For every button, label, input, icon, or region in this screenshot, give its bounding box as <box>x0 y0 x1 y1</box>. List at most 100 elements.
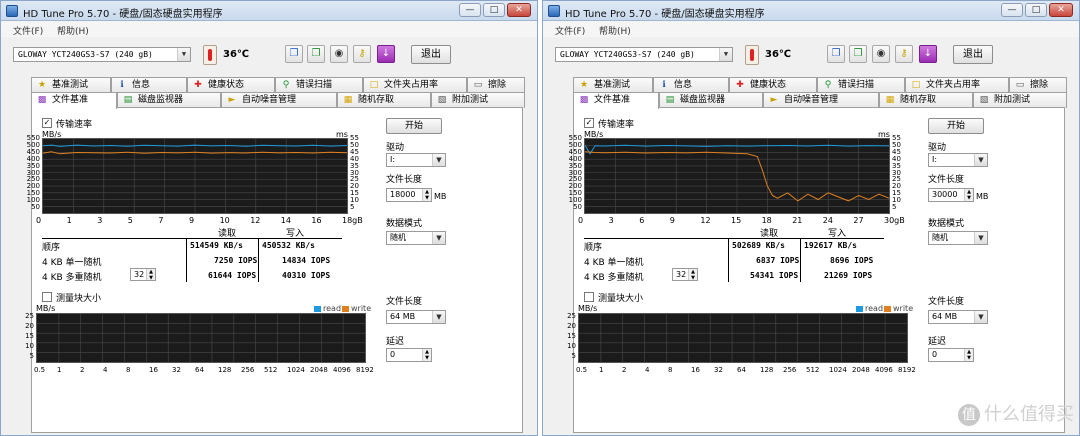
drive-select[interactable]: GLOWAY YCT240GS3-S7 (240 gB) ▼ <box>13 47 191 62</box>
tab-erase[interactable]: ▭ 擦除 <box>467 77 525 93</box>
file-length-label: 文件长度 <box>386 175 423 185</box>
spin-arrows-icon[interactable]: ▲ ▼ <box>688 269 697 281</box>
block-file-length-value: 64 MB <box>932 312 958 321</box>
block-file-length-select[interactable]: 64 MB ▼ <box>386 310 446 324</box>
data-pattern-select[interactable]: 随机 ▼ <box>386 231 446 245</box>
x-tick-label: 16 <box>311 216 322 225</box>
copy-text-icon[interactable]: ❐ <box>285 45 303 63</box>
tab-aam[interactable]: ► 自动噪音管理 <box>221 92 337 108</box>
transfer-rate-checkbox[interactable]: ✓ <box>584 118 594 128</box>
x-tick-label: 14 <box>280 216 291 225</box>
title-bar[interactable]: HD Tune Pro 5.70 - 硬盘/固态硬盘实用程序 — □ ✕ <box>1 1 537 21</box>
maximize-button[interactable]: □ <box>483 3 505 17</box>
queue-depth-input[interactable]: 32 ▲ ▼ <box>130 268 156 281</box>
x-tick-label: 18gB <box>342 216 363 225</box>
block-x-tick-label: 32 <box>172 366 181 374</box>
queue-depth-input[interactable]: 32 ▲ ▼ <box>672 268 698 281</box>
spin-arrows-icon[interactable]: ▲ ▼ <box>422 349 431 361</box>
tab-disk-monitor[interactable]: ▤ 磁盘监视器 <box>659 92 763 108</box>
tab-health[interactable]: ✚ 健康状态 <box>729 77 817 93</box>
tab-random-access[interactable]: ▦ 随机存取 <box>879 92 973 108</box>
tab-aam[interactable]: ► 自动噪音管理 <box>763 92 879 108</box>
chevron-down-icon: ▼ <box>432 232 445 244</box>
tab-random-access[interactable]: ▦ 随机存取 <box>337 92 431 108</box>
exit-button[interactable]: 退出 <box>953 45 993 64</box>
block-x-tick-label: 4 <box>103 366 108 374</box>
menu-help[interactable]: 帮助(H) <box>57 24 89 37</box>
block-size-label: 测量块大小 <box>56 294 102 304</box>
tab-folder-usage[interactable]: □ 文件夹占用率 <box>363 77 467 93</box>
title-bar[interactable]: HD Tune Pro 5.70 - 硬盘/固态硬盘实用程序 — □ ✕ <box>543 1 1079 21</box>
tab-info[interactable]: ℹ 信息 <box>653 77 729 93</box>
maximize-button[interactable]: □ <box>1025 3 1047 17</box>
tab-extra-tests[interactable]: ▧ 附加测试 <box>973 92 1067 108</box>
transfer-rate-label: 传输速率 <box>56 120 93 130</box>
tab-row-1: ★ 基准测试 ℹ 信息 ✚ 健康状态 ⚲ 错误扫描 □ 文件夹占用率 ▭ 擦除 <box>31 77 525 93</box>
spin-arrows-icon[interactable]: ▲ ▼ <box>422 189 431 201</box>
minimize-button[interactable]: — <box>1001 3 1023 17</box>
spin-arrows-icon[interactable]: ▲ ▼ <box>146 269 155 281</box>
camera-icon[interactable]: ◉ <box>872 45 890 63</box>
start-button[interactable]: 开始 <box>928 118 984 134</box>
file-length-input[interactable]: 18000 ▲ ▼ <box>386 188 432 202</box>
x-tick-label: 12 <box>250 216 261 225</box>
copy-screenshot-icon[interactable]: ❐ <box>307 45 325 63</box>
exit-button[interactable]: 退出 <box>411 45 451 64</box>
tab-extra-tests[interactable]: ▧ 附加测试 <box>431 92 525 108</box>
close-button[interactable]: ✕ <box>1049 3 1073 17</box>
tab-info[interactable]: ℹ 信息 <box>111 77 187 93</box>
tab-erase[interactable]: ▭ 擦除 <box>1009 77 1067 93</box>
menu-help[interactable]: 帮助(H) <box>599 24 631 37</box>
tab-label: 健康状态 <box>208 80 245 90</box>
minimize-button[interactable]: — <box>459 3 481 17</box>
queue-depth-value: 32 <box>676 270 687 279</box>
tab-disk-monitor[interactable]: ▤ 磁盘监视器 <box>117 92 221 108</box>
tab-benchmark[interactable]: ★ 基准测试 <box>31 77 111 93</box>
close-button[interactable]: ✕ <box>507 3 531 17</box>
column-divider <box>258 238 259 282</box>
spin-arrows-icon[interactable]: ▲ ▼ <box>964 189 973 201</box>
block-size-checkbox[interactable] <box>42 292 52 302</box>
latency-input[interactable]: 0 ▲ ▼ <box>928 348 974 362</box>
spin-arrows-icon[interactable]: ▲ ▼ <box>964 349 973 361</box>
transfer-rate-checkbox[interactable]: ✓ <box>42 118 52 128</box>
menu-file[interactable]: 文件(F) <box>555 24 585 37</box>
file-benchmark-panel: ✓ 传输速率 MB/s ms 开始 驱动 I: ▼ 文件长度 18000 ▲ ▼ MB… <box>25 107 523 433</box>
drive-letter-select[interactable]: I: ▼ <box>928 153 988 167</box>
transfer-rate-chart <box>584 138 890 214</box>
tab-file-benchmark[interactable]: ▩ 文件基准 <box>573 92 659 109</box>
tab-error-scan[interactable]: ⚲ 错误扫描 <box>817 77 905 93</box>
column-divider <box>186 238 187 282</box>
tab-label: 错误扫描 <box>296 80 333 90</box>
tab-error-scan[interactable]: ⚲ 错误扫描 <box>275 77 363 93</box>
legend-read: read <box>314 304 341 313</box>
block-x-tick-label: 8 <box>668 366 673 374</box>
save-icon[interactable]: ↓ <box>377 45 395 63</box>
menu-file[interactable]: 文件(F) <box>13 24 43 37</box>
drive-select[interactable]: GLOWAY YCT240GS3-S7 (240 gB) ▼ <box>555 47 733 62</box>
camera-icon[interactable]: ◉ <box>330 45 348 63</box>
data-pattern-value: 随机 <box>932 233 948 242</box>
copy-screenshot-icon[interactable]: ❐ <box>849 45 867 63</box>
drive-letter-value: I: <box>932 155 938 164</box>
drive-letter-select[interactable]: I: ▼ <box>386 153 446 167</box>
start-button[interactable]: 开始 <box>386 118 442 134</box>
x-tick-label: 15 <box>731 216 742 225</box>
random-chart-icon: ▦ <box>343 95 353 105</box>
tab-label: 信息 <box>674 80 693 90</box>
magnifier-icon: ⚲ <box>824 80 832 90</box>
file-length-input[interactable]: 30000 ▲ ▼ <box>928 188 974 202</box>
tab-benchmark[interactable]: ★ 基准测试 <box>573 77 653 93</box>
tab-health[interactable]: ✚ 健康状态 <box>187 77 275 93</box>
tab-folder-usage[interactable]: □ 文件夹占用率 <box>905 77 1009 93</box>
block-file-length-select[interactable]: 64 MB ▼ <box>928 310 988 324</box>
block-size-checkbox[interactable] <box>584 292 594 302</box>
options-key-icon[interactable]: ⚷ <box>895 45 913 63</box>
latency-input[interactable]: 0 ▲ ▼ <box>386 348 432 362</box>
save-icon[interactable]: ↓ <box>919 45 937 63</box>
tab-file-benchmark[interactable]: ▩ 文件基准 <box>31 92 117 109</box>
tab-label: 随机存取 <box>358 95 395 105</box>
data-pattern-select[interactable]: 随机 ▼ <box>928 231 988 245</box>
options-key-icon[interactable]: ⚷ <box>353 45 371 63</box>
copy-text-icon[interactable]: ❐ <box>827 45 845 63</box>
